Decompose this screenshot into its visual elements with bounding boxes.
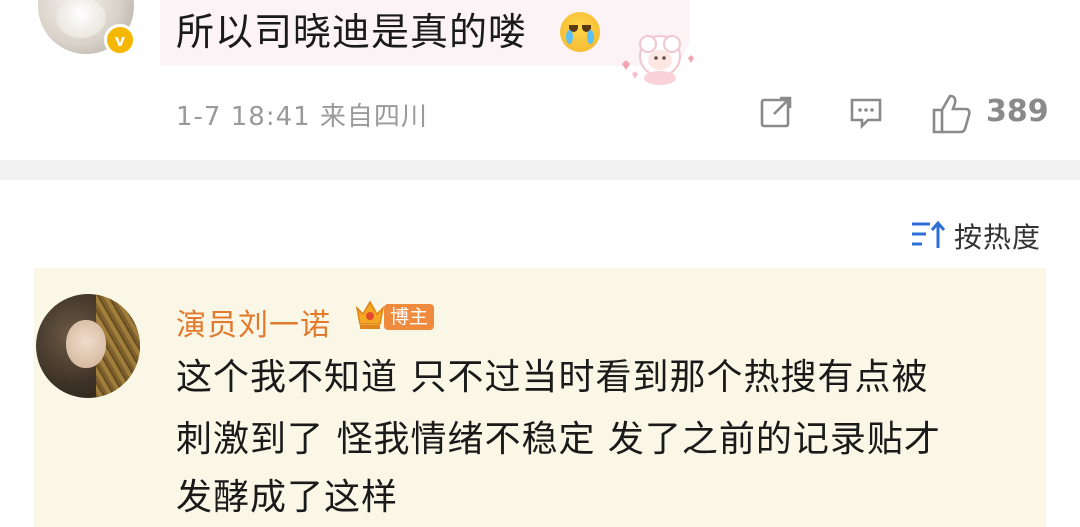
like-icon[interactable] — [930, 94, 972, 134]
author-name[interactable]: 演员刘一诺 — [176, 300, 331, 344]
reply-text-line: 刺激到了 怪我情绪不稳定 发了之前的记录贴才 — [176, 419, 941, 460]
comment-text: 所以司晓迪是真的喽 — [176, 10, 528, 54]
sheep-sticker-icon — [622, 35, 694, 85]
reply-text-line: 这个我不知道 只不过当时看到那个热搜有点被 — [176, 357, 929, 398]
crown-icon — [355, 300, 385, 329]
author-avatar[interactable] — [36, 294, 140, 398]
section-divider — [0, 160, 1080, 180]
comment-item: v 所以司晓迪是真的喽 1-7 18:41 来自四川 389 — [0, 0, 1080, 160]
crying-face-icon — [560, 12, 600, 52]
comment-icon[interactable] — [848, 94, 884, 130]
reply-text-line: 发酵成了这样 — [176, 477, 399, 518]
avatar-face — [66, 320, 106, 368]
like-count: 389 — [986, 94, 1049, 129]
avatar-image — [56, 0, 106, 38]
sort-by-hot-button[interactable]: 按热度 — [954, 216, 1041, 256]
sort-icon[interactable] — [910, 220, 946, 250]
blog-owner-badge: 博主 — [384, 304, 435, 330]
verified-badge-icon: v — [104, 24, 136, 56]
comment-meta: 1-7 18:41 来自四川 — [176, 102, 428, 132]
share-icon[interactable] — [758, 94, 794, 130]
